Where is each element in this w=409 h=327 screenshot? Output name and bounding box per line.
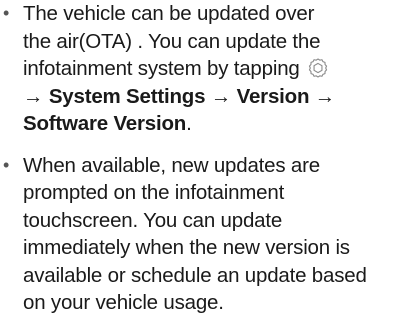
arrow: → (210, 84, 232, 108)
menu-path-software-version: Software Version (23, 112, 187, 135)
arrow: → (314, 84, 336, 108)
text-line: The vehicle can be updated over (23, 2, 315, 25)
document-body: • The vehicle can be updated over the ai… (0, 0, 409, 327)
text-segment: infotainment system by tapping (23, 57, 300, 80)
list-item-updates: • When available, new updates are prompt… (0, 152, 409, 317)
list-item-ota: • The vehicle can be updated over the ai… (0, 0, 409, 138)
menu-path-system-settings: System Settings (48, 84, 206, 108)
text-line: available or schedule an update based (23, 263, 367, 287)
bullet-marker: • (3, 154, 10, 175)
arrow: → (23, 84, 44, 108)
period: . (186, 112, 192, 135)
text-line: prompted on the infotainment (23, 181, 285, 204)
text-line: the air(OTA) . You can update the (23, 29, 321, 53)
text-line: Software Version. (23, 110, 409, 138)
bullet-list: • The vehicle can be updated over the ai… (0, 0, 409, 317)
text-line: → System Settings → Version → (23, 83, 409, 111)
text-line: on your vehicle usage. (23, 291, 224, 314)
bullet-marker: • (3, 3, 10, 23)
text-line: touchscreen. You can update (23, 208, 283, 232)
text-line: infotainment system by tapping (23, 55, 409, 83)
menu-path-version: Version (236, 84, 310, 108)
text-line: When available, new updates are (23, 153, 320, 177)
settings-gear-icon (308, 58, 328, 78)
text-line: immediately when the new version is (23, 236, 350, 259)
